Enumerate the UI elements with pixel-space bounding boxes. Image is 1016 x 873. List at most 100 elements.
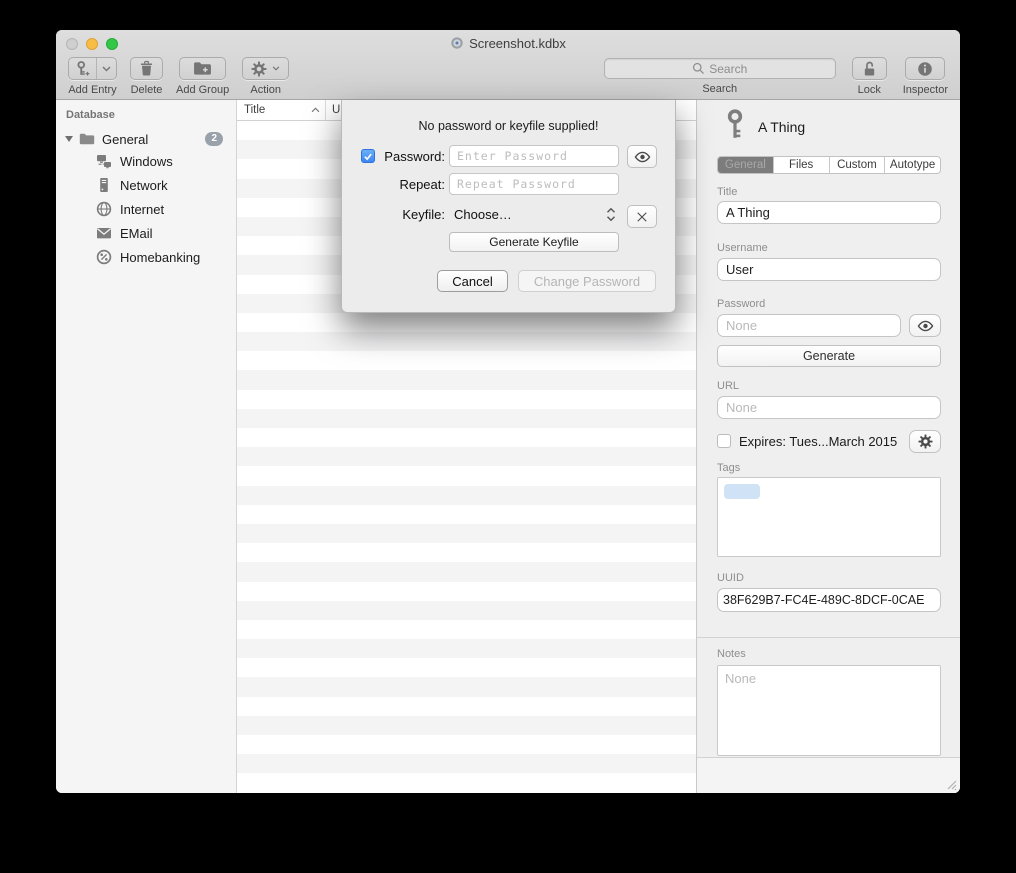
column-title-label: Title (244, 104, 265, 116)
toolbar-item-action: Action (242, 54, 289, 96)
column-username-label: U (332, 104, 340, 116)
toolbar-item-lock: Lock (852, 54, 887, 96)
table-row (237, 582, 696, 601)
table-row (237, 562, 696, 581)
dialog-reveal-password-button[interactable] (627, 145, 657, 168)
close-button[interactable] (66, 38, 78, 50)
traffic-lights (66, 38, 118, 50)
dialog-password-label: Password: (377, 149, 445, 164)
table-row (237, 716, 696, 735)
inspector-footer (697, 758, 960, 793)
sidebar-children: Windows Network Internet EMailHomebanking (56, 149, 236, 269)
sidebar: Database General 2 Windows Network Interne… (56, 100, 237, 793)
resize-grip-icon[interactable] (946, 779, 958, 791)
chevron-down-icon (102, 66, 111, 72)
folder-plus-icon (193, 61, 212, 76)
document-icon (450, 36, 464, 50)
add-group-button[interactable] (179, 57, 226, 80)
close-x-icon (636, 211, 648, 223)
table-row (237, 466, 696, 485)
key-icon (724, 109, 746, 141)
inspector-button[interactable] (905, 57, 945, 80)
trash-icon (139, 60, 154, 77)
table-row (237, 351, 696, 370)
sort-ascending-icon (311, 107, 320, 113)
search-placeholder: Search (709, 62, 747, 76)
tab-files[interactable]: Files (774, 157, 830, 173)
generate-keyfile-button[interactable]: Generate Keyfile (449, 232, 619, 252)
tab-custom[interactable]: Custom (830, 157, 886, 173)
table-row (237, 620, 696, 639)
title-field[interactable] (717, 201, 941, 224)
tab-autotype[interactable]: Autotype (885, 157, 940, 173)
notes-label: Notes (717, 648, 746, 660)
reveal-password-button[interactable] (909, 314, 941, 337)
dialog-password-input[interactable] (449, 145, 619, 167)
table-row (237, 639, 696, 658)
table-row (237, 697, 696, 716)
cancel-button[interactable]: Cancel (437, 270, 508, 292)
expires-checkbox[interactable] (717, 434, 731, 448)
username-field[interactable] (717, 258, 941, 281)
sidebar-item-label: Internet (120, 202, 164, 217)
clear-keyfile-button[interactable] (627, 205, 657, 228)
popup-stepper-icon[interactable] (606, 207, 616, 222)
notes-field[interactable] (717, 665, 941, 756)
table-row (237, 447, 696, 466)
toolbar-right-group: Search Search Lock Inspector (604, 54, 948, 100)
add-group-label: Add Group (176, 84, 229, 96)
sidebar-item-email[interactable]: EMail (56, 221, 236, 245)
lock-button[interactable] (852, 57, 887, 80)
expires-label: Expires: Tues...March 2015 (739, 434, 897, 449)
search-icon (692, 62, 705, 75)
change-password-button[interactable]: Change Password (518, 270, 656, 292)
column-header-username[interactable]: U (326, 104, 340, 116)
keyfile-popup[interactable]: Choose… (454, 207, 512, 222)
app-window: Screenshot.kdbx Add Entry (56, 30, 960, 793)
sidebar-item-general[interactable]: General 2 (56, 129, 236, 149)
dialog-repeat-input[interactable] (449, 173, 619, 195)
tags-box[interactable] (717, 477, 941, 557)
uuid-field[interactable] (717, 588, 941, 612)
table-row (237, 543, 696, 562)
generate-password-button[interactable]: Generate (717, 345, 941, 367)
add-entry-dropdown[interactable] (97, 58, 116, 79)
window-chrome: Screenshot.kdbx Add Entry (56, 30, 960, 100)
delete-button[interactable] (130, 57, 163, 80)
password-field[interactable] (717, 314, 901, 337)
computers-icon (96, 153, 112, 169)
table-row (237, 390, 696, 409)
sidebar-section-header: Database (66, 109, 236, 121)
dialog-keyfile-label: Keyfile: (377, 207, 445, 222)
username-field-label: Username (717, 242, 768, 254)
gear-icon (251, 61, 267, 77)
zoom-button[interactable] (106, 38, 118, 50)
change-password-sheet: No password or keyfile supplied! Passwor… (341, 100, 676, 313)
column-header-title[interactable]: Title (237, 100, 326, 120)
table-row (237, 524, 696, 543)
sidebar-item-internet[interactable]: Internet (56, 197, 236, 221)
action-button[interactable] (242, 57, 289, 80)
eye-icon (634, 151, 651, 163)
sidebar-group-label: General (102, 132, 148, 147)
url-field[interactable] (717, 396, 941, 419)
table-row (237, 409, 696, 428)
disclosure-triangle-icon[interactable] (65, 136, 73, 142)
url-field-label: URL (717, 380, 739, 392)
search-input[interactable]: Search (604, 58, 836, 79)
inspector-panel: A Thing GeneralFilesCustomAutotype Title… (696, 100, 960, 793)
toolbar-item-delete: Delete (130, 54, 163, 96)
sidebar-item-network[interactable]: Network (56, 173, 236, 197)
expires-settings-button[interactable] (909, 430, 941, 453)
tab-general[interactable]: General (718, 157, 774, 173)
inspector-tabs: GeneralFilesCustomAutotype (717, 156, 941, 174)
password-checkbox[interactable] (361, 149, 375, 163)
sidebar-item-homebanking[interactable]: Homebanking (56, 245, 236, 269)
table-row (237, 677, 696, 696)
add-entry-button[interactable] (68, 57, 117, 80)
sidebar-item-label: Network (120, 178, 168, 193)
minimize-button[interactable] (86, 38, 98, 50)
globe-icon (96, 201, 112, 217)
sidebar-item-windows[interactable]: Windows (56, 149, 236, 173)
table-row (237, 735, 696, 754)
